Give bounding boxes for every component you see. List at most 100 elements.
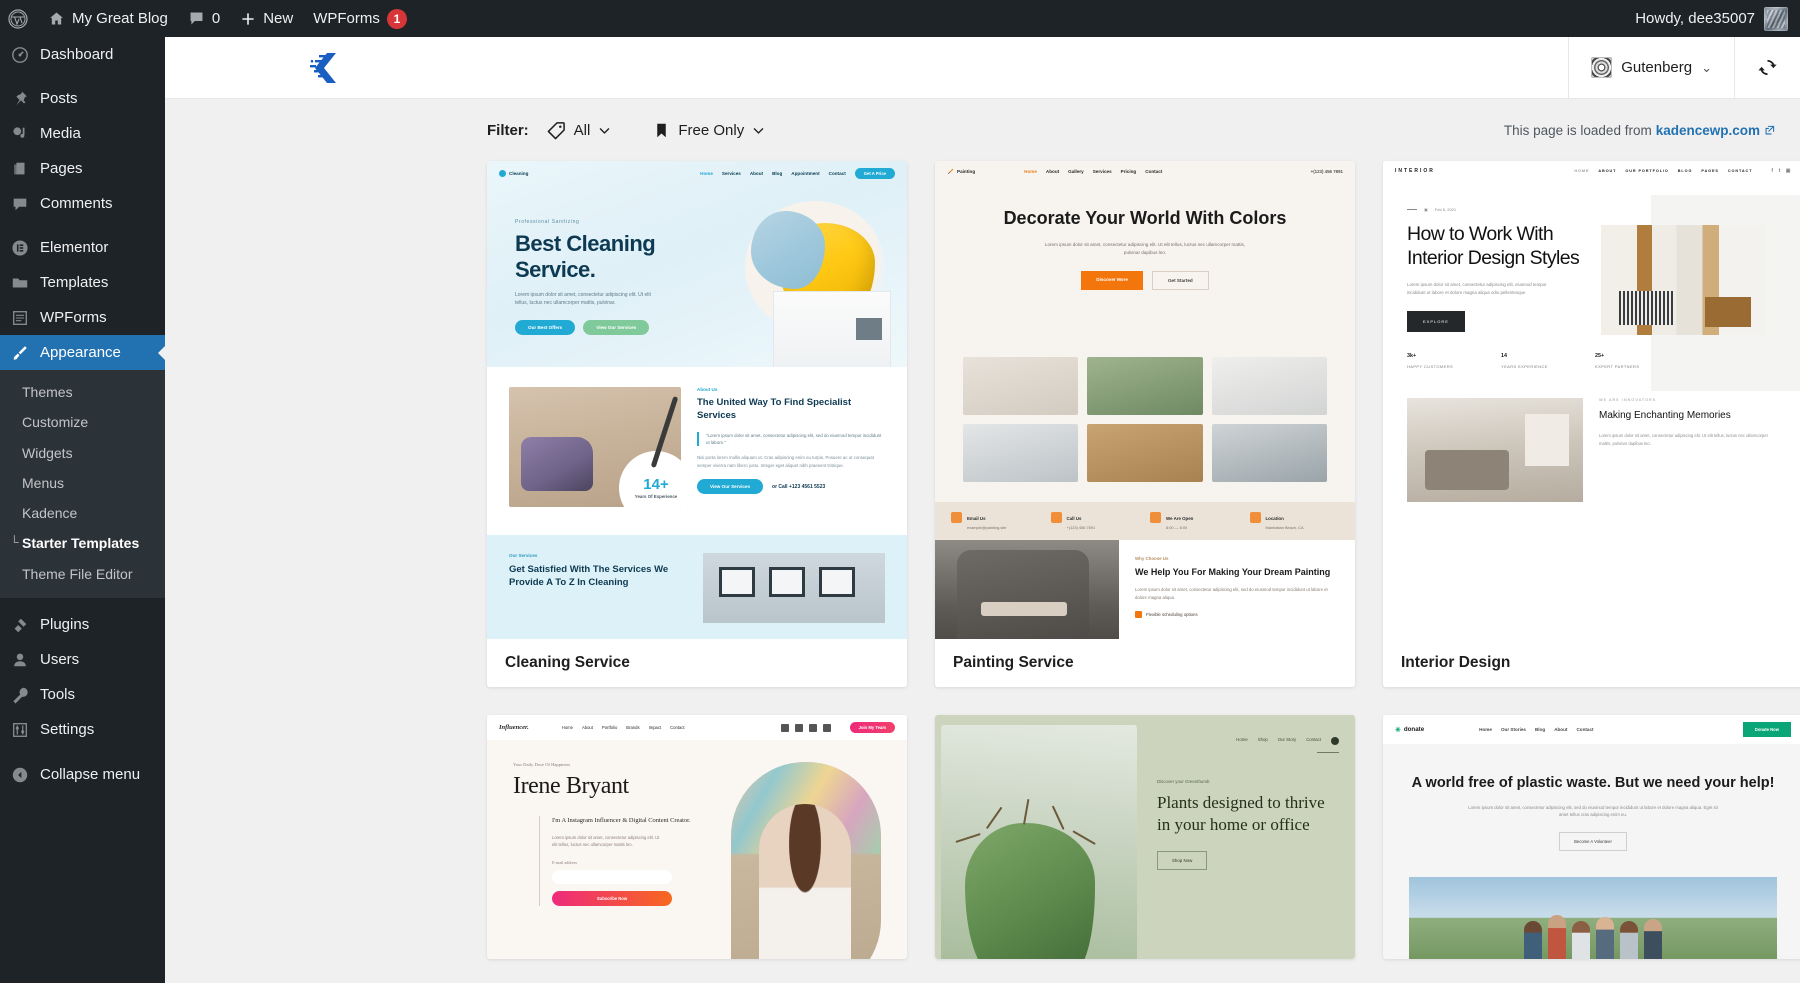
page-builder-selector[interactable]: Gutenberg ⌄ — [1568, 37, 1734, 99]
preview-paragraph: Lorem ipsum dolor sit amet, consectetur … — [515, 291, 651, 306]
price-filter[interactable]: Free Only — [653, 122, 765, 139]
sidebar-item-tools[interactable]: Tools — [0, 677, 165, 712]
template-card[interactable]: Greenthumb. Home — [935, 715, 1355, 959]
preview-bottom-image — [1407, 398, 1583, 503]
my-account-menu[interactable]: Howdy, dee35007 — [1627, 0, 1755, 37]
submenu-item-themes[interactable]: Themes — [0, 377, 165, 407]
sidebar-item-elementor[interactable]: Elementor — [0, 230, 165, 265]
preview-about-quote: "Lorem ipsum dolor sit amet, consectetur… — [697, 431, 885, 447]
sidebar-item-dashboard[interactable]: Dashboard — [0, 37, 165, 72]
sidebar-item-comments[interactable]: Comments — [0, 186, 165, 221]
sidebar-item-users[interactable]: Users — [0, 642, 165, 677]
category-filter-value: All — [573, 121, 591, 139]
kadence-header: Gutenberg ⌄ — [165, 37, 1800, 99]
preview-kicker: ▣ Feb 5, 2021 — [1407, 207, 1589, 212]
template-card[interactable]: Influencer. Home About Portfolio Brands … — [487, 715, 907, 959]
new-label: New — [263, 10, 294, 27]
preview-cta-button: Shop Now — [1157, 850, 1208, 870]
submenu-item-theme-file-editor[interactable]: Theme File Editor — [0, 559, 165, 589]
submenu-item-kadence[interactable]: Kadence — [0, 498, 165, 528]
check-icon — [1135, 611, 1142, 618]
submenu-item-menus[interactable]: Menus — [0, 468, 165, 498]
sidebar-item-label: Collapse menu — [40, 766, 141, 784]
folder-icon — [10, 273, 30, 293]
sidebar-item-wpforms[interactable]: WPForms — [0, 300, 165, 335]
preview-paragraph: Lorem ipsum dolor sit amet, consectetur … — [1044, 241, 1246, 255]
template-preview: Painting Home About Gallery Services Pri… — [935, 161, 1355, 639]
template-card[interactable]: ✳ donate Home Our Stories Blog About Con… — [1383, 715, 1800, 959]
sidebar-item-templates[interactable]: Templates — [0, 265, 165, 300]
preview-primary-button: Discover More — [1081, 270, 1143, 290]
preview-cta-button: EXPLORE — [1407, 310, 1465, 332]
submenu-item-starter-templates[interactable]: └ Starter Templates — [0, 528, 165, 558]
template-card[interactable]: INTERIOR HOME ABOUT OUR PORTFOLIO BLOG P… — [1383, 161, 1800, 687]
preview-services-heading: Get Satisfied With The Services We Provi… — [509, 564, 669, 589]
sidebar-item-pages[interactable]: Pages — [0, 151, 165, 186]
mail-icon — [951, 512, 962, 523]
appearance-submenu: Themes Customize Widgets Menus Kadence └… — [0, 370, 165, 599]
wpforms-label: WPForms — [313, 10, 380, 27]
brand-mark-icon — [499, 170, 506, 177]
sidebar-item-appearance[interactable]: Appearance — [0, 335, 165, 370]
brush-icon — [10, 343, 30, 363]
preview-heading: How to Work With Interior Design Styles — [1407, 223, 1580, 270]
preview-bottom-paragraph: Lorem ipsum dolor sit amet, consectetur … — [1135, 587, 1328, 600]
site-name-menu[interactable]: My Great Blog — [38, 0, 178, 37]
preview-nav: HOME ABOUT OUR PORTFOLIO BLOG PAGES CONT… — [1574, 169, 1753, 173]
preview-field-label: E-mail address — [552, 860, 578, 866]
preview-hero-image — [941, 725, 1137, 959]
template-card[interactable]: Cleaning Home Services About Blog Appoin… — [487, 161, 907, 687]
wp-admin-bar: My Great Blog 0 New WPForms 1 Howdy, dee… — [0, 0, 1800, 37]
sidebar-item-label: Elementor — [40, 239, 109, 256]
preview-subheading: I'm A Instagram Influencer & Digital Con… — [552, 817, 691, 824]
avatar[interactable] — [1764, 6, 1788, 31]
template-preview: ✳ donate Home Our Stories Blog About Con… — [1383, 715, 1800, 959]
preview-hero-image — [731, 762, 881, 959]
price-filter-value: Free Only — [678, 121, 745, 139]
preview-heading: A world free of plastic waste. But we ne… — [1411, 775, 1775, 791]
wpforms-badge: 1 — [386, 8, 407, 29]
preview-brand: ✳ donate — [1395, 726, 1425, 734]
template-preview: Influencer. Home About Portfolio Brands … — [487, 715, 907, 959]
forms-icon — [10, 308, 30, 328]
source-link[interactable]: kadencewp.com — [1656, 123, 1760, 138]
preview-nav: Home Shop Our Story Contact — [1157, 737, 1339, 745]
collapse-menu-button[interactable]: Collapse menu — [0, 757, 165, 792]
sidebar-item-label: Plugins — [40, 616, 90, 634]
preview-brand: Painting — [947, 168, 975, 175]
new-content-menu[interactable]: New — [230, 0, 303, 37]
bookmark-icon — [657, 123, 667, 137]
preview-heading: Decorate Your World With Colors — [1003, 208, 1287, 228]
preview-eyebrow: Discover your Greenthumb — [1157, 779, 1210, 784]
wpforms-menu[interactable]: WPForms 1 — [303, 0, 417, 37]
media-icon — [10, 124, 30, 144]
sidebar-item-label: WPForms — [40, 309, 107, 326]
wordpress-icon — [8, 8, 28, 29]
refresh-button[interactable] — [1734, 37, 1800, 99]
comment-icon — [190, 12, 203, 25]
preview-social-icons: f t ▣ — [1771, 168, 1791, 174]
sidebar-item-settings[interactable]: Settings — [0, 712, 165, 747]
twitter-icon — [808, 723, 817, 732]
preview-bottom-paragraph: Lorem ipsum dolor sit amet, consectetur … — [1599, 433, 1768, 446]
submenu-item-widgets[interactable]: Widgets — [0, 438, 165, 468]
preview-services-eyebrow: Our Services — [509, 553, 538, 558]
sidebar-item-plugins[interactable]: Plugins — [0, 607, 165, 642]
template-card[interactable]: Painting Home About Gallery Services Pri… — [935, 161, 1355, 687]
sidebar-item-label: Templates — [40, 274, 109, 291]
template-grid: Cleaning Home Services About Blog Appoin… — [165, 161, 1800, 959]
sidebar-item-label: Comments — [40, 195, 113, 212]
clock-icon — [1150, 512, 1161, 523]
category-filter[interactable]: All — [547, 121, 612, 140]
wp-logo-menu[interactable] — [0, 0, 38, 37]
preview-hero-image — [1601, 225, 1765, 335]
comments-bubble[interactable]: 0 — [178, 0, 230, 37]
menu-separator — [0, 221, 165, 230]
pin-icon — [10, 89, 30, 109]
preview-bottom-heading: Making Enchanting Memories — [1599, 410, 1731, 422]
dashboard-icon — [10, 45, 30, 65]
sidebar-item-media[interactable]: Media — [0, 116, 165, 151]
sidebar-item-posts[interactable]: Posts — [0, 81, 165, 116]
preview-primary-button: Our Best Offers — [515, 320, 576, 336]
submenu-item-customize[interactable]: Customize — [0, 407, 165, 437]
